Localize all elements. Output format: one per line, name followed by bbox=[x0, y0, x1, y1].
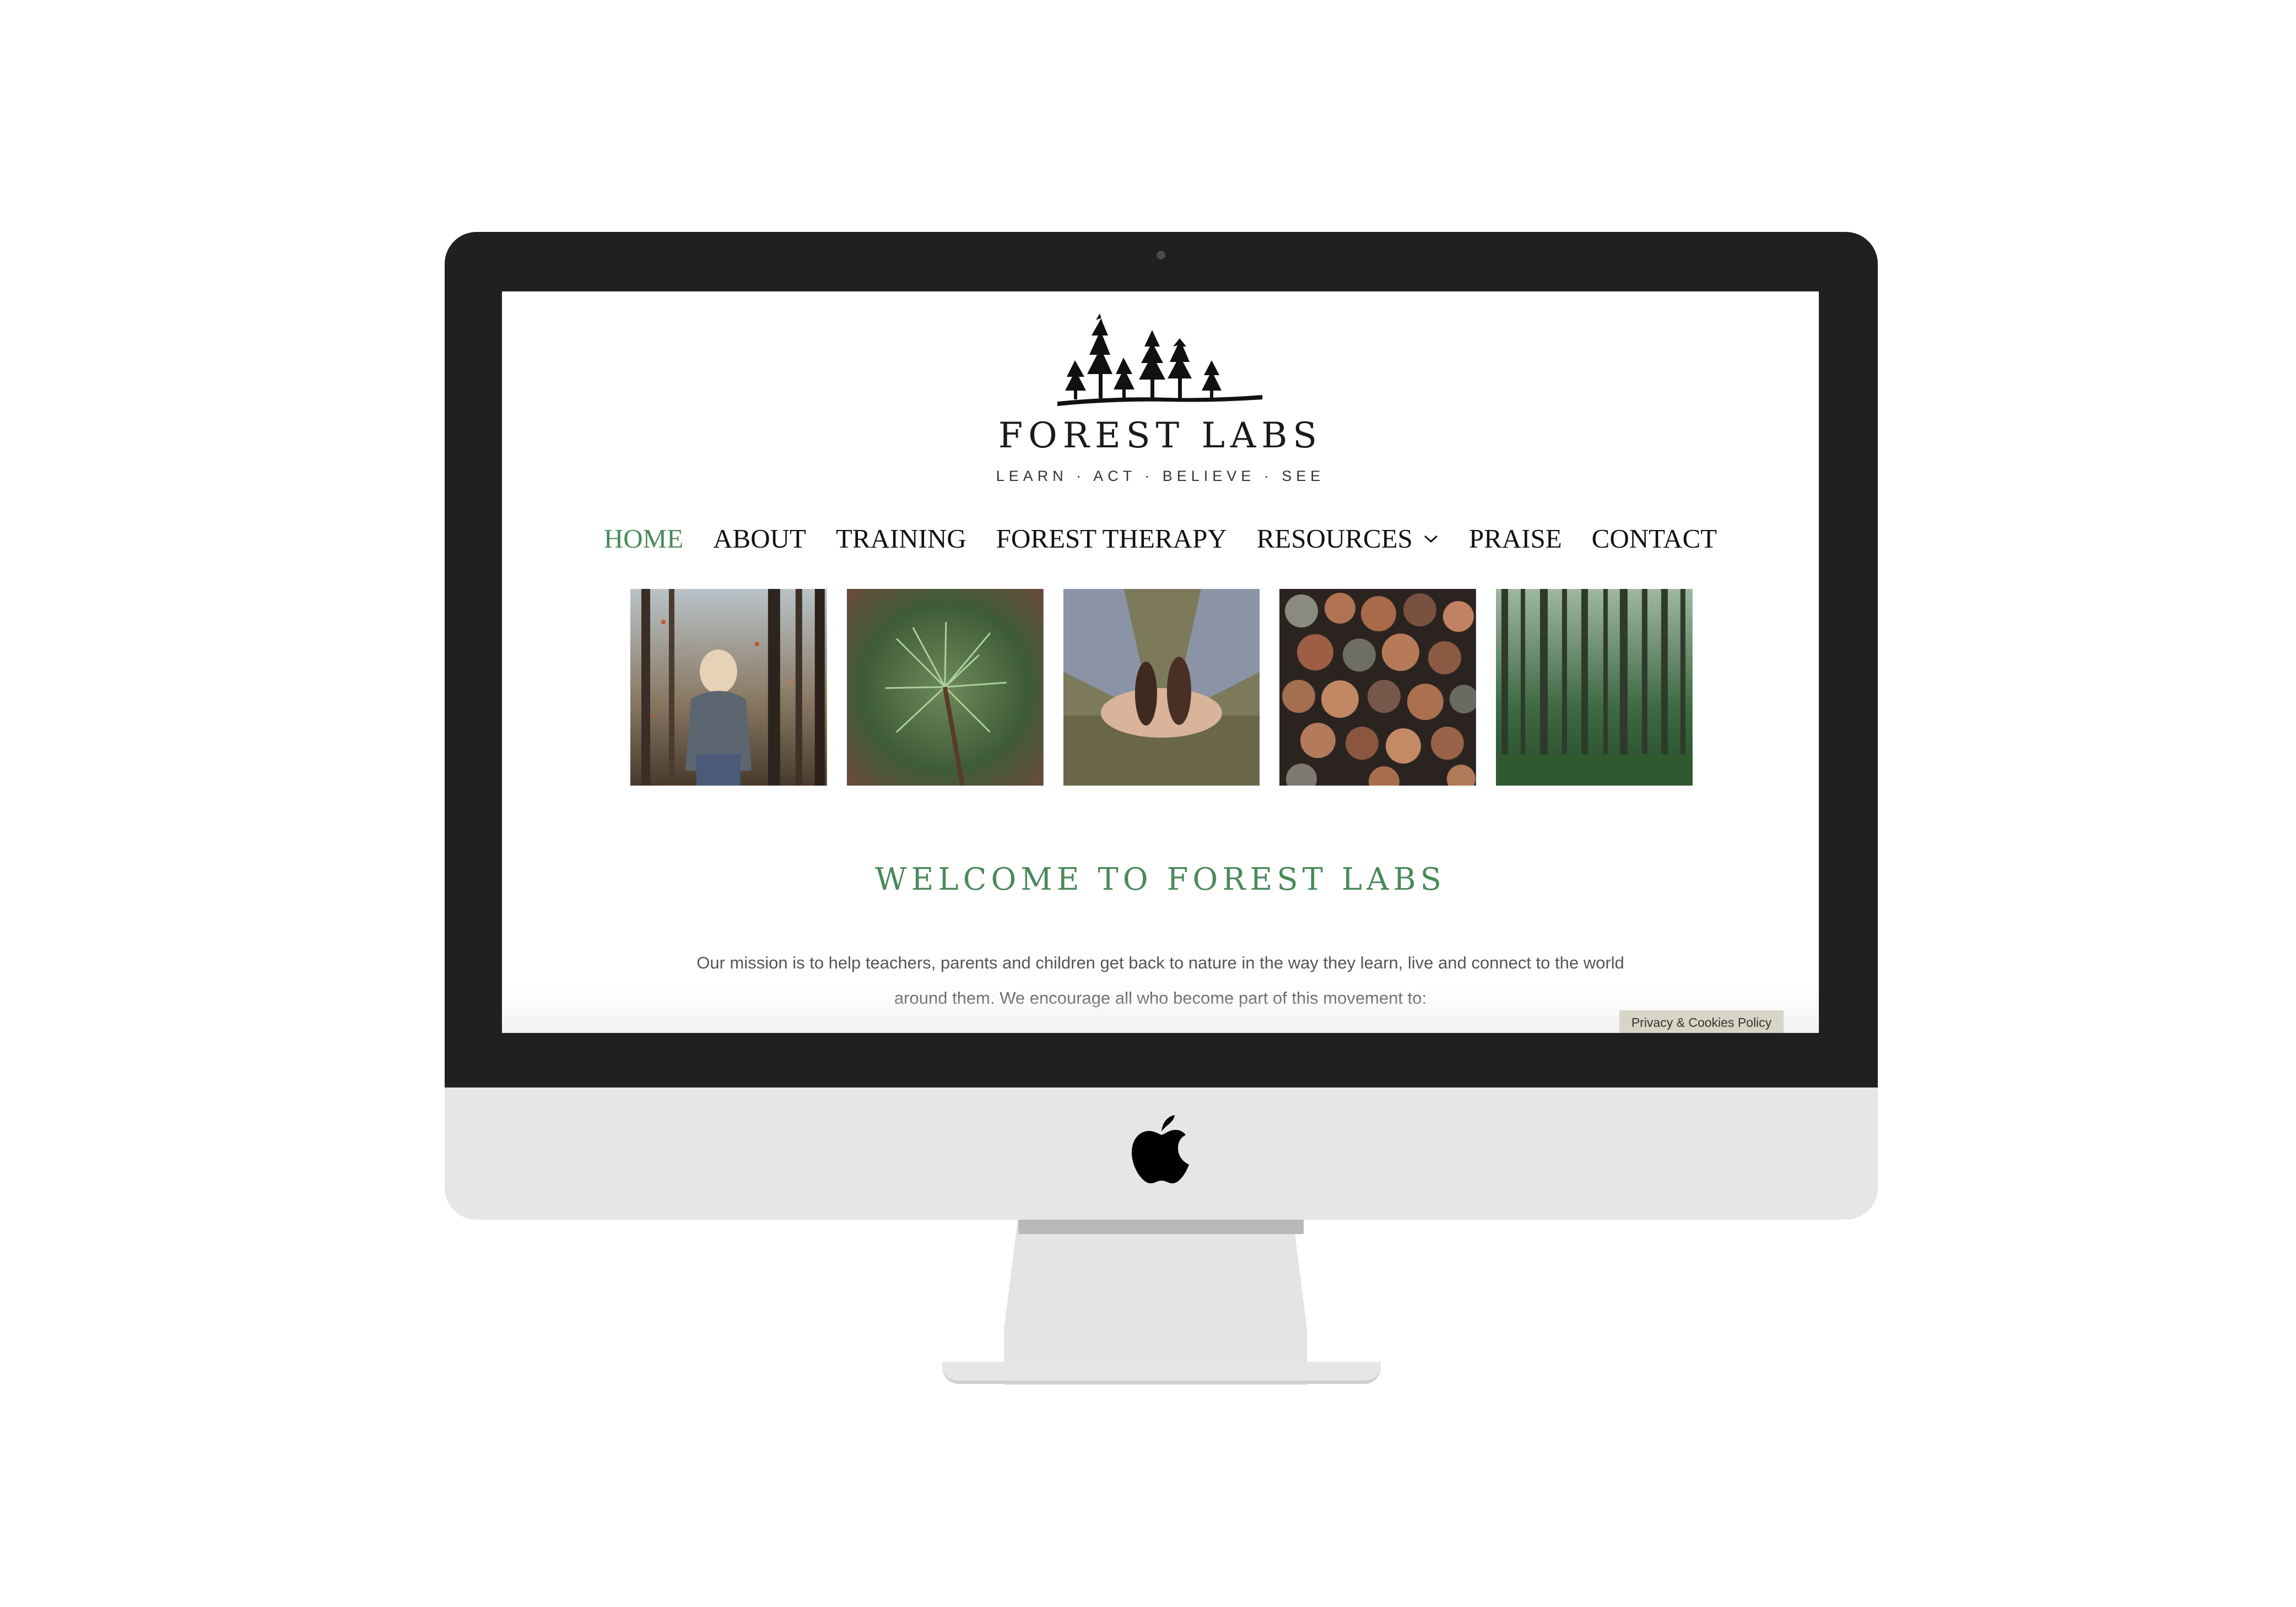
gallery-photo-tall-forest[interactable] bbox=[1496, 589, 1693, 786]
camera-icon bbox=[1157, 251, 1165, 259]
gallery-photo-pine-cones[interactable] bbox=[1063, 589, 1260, 786]
brand-tagline: LEARN · ACT · BELIEVE · SEE bbox=[996, 468, 1325, 484]
imac-mockup: FOREST LABS LEARN · ACT · BELIEVE · SEE … bbox=[0, 0, 2296, 1607]
nav-item-home[interactable]: HOME bbox=[604, 523, 683, 554]
gallery-photo-child-forest[interactable] bbox=[630, 589, 827, 786]
privacy-cookies-button[interactable]: Privacy & Cookies Policy bbox=[1619, 1010, 1784, 1033]
main-nav: HOME ABOUT TRAINING FOREST THERAPY RESOU… bbox=[502, 523, 1819, 554]
nav-item-praise[interactable]: PRAISE bbox=[1469, 523, 1562, 554]
mission-text: Our mission is to help teachers, parents… bbox=[656, 945, 1665, 1016]
monitor-stand bbox=[1004, 1220, 1307, 1385]
gallery-photo-logs[interactable] bbox=[1279, 589, 1477, 786]
trees-logo-icon[interactable] bbox=[1047, 308, 1268, 407]
gallery-photo-pine-needles[interactable] bbox=[846, 589, 1044, 786]
screen: FOREST LABS LEARN · ACT · BELIEVE · SEE … bbox=[502, 291, 1819, 1033]
nav-item-forest-therapy[interactable]: FOREST THERAPY bbox=[996, 523, 1227, 554]
apple-logo-icon bbox=[1132, 1115, 1189, 1183]
mission-line-2: around them. We encourage all who become… bbox=[894, 988, 1427, 1008]
mission-line-1: Our mission is to help teachers, parents… bbox=[696, 953, 1624, 972]
nav-item-contact[interactable]: CONTACT bbox=[1592, 523, 1717, 554]
monitor-stand-base bbox=[942, 1362, 1381, 1384]
nav-item-resources[interactable]: RESOURCES bbox=[1257, 523, 1439, 554]
photo-gallery bbox=[630, 589, 1693, 786]
nav-item-resources-label: RESOURCES bbox=[1256, 523, 1413, 554]
nav-item-about[interactable]: ABOUT bbox=[713, 523, 806, 554]
brand-name[interactable]: FOREST LABS bbox=[502, 415, 1819, 456]
nav-item-training[interactable]: TRAINING bbox=[836, 523, 966, 554]
monitor-stand-shadow bbox=[1018, 1220, 1304, 1234]
chevron-down-icon[interactable] bbox=[1423, 533, 1439, 544]
welcome-heading: WELCOME TO FOREST LABS bbox=[875, 862, 1446, 897]
